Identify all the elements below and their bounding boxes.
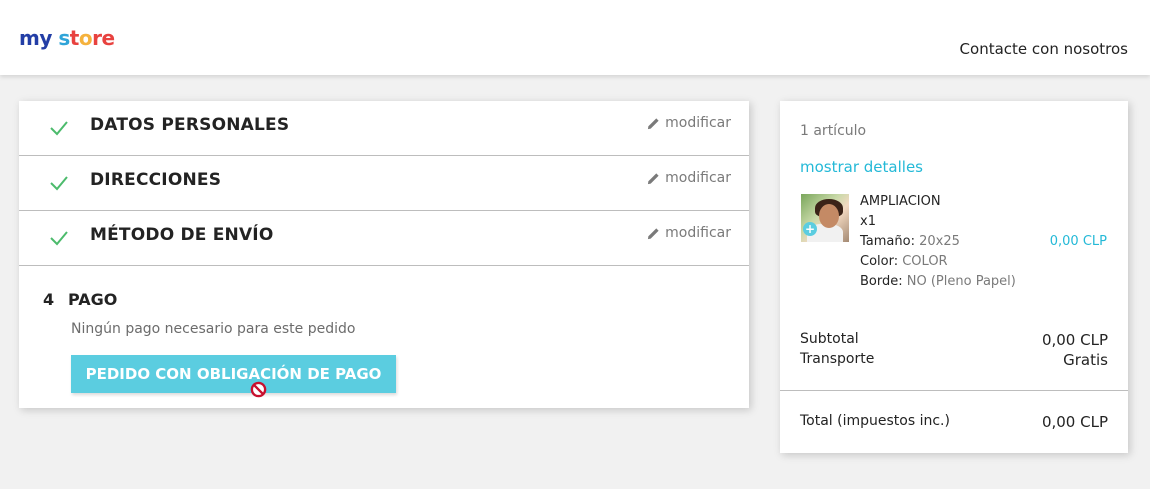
step-title: DATOS PERSONALES bbox=[90, 115, 290, 135]
checkmark-icon bbox=[50, 231, 68, 246]
show-details-link[interactable]: mostrar detalles bbox=[800, 158, 923, 176]
attribute-value: COLOR bbox=[902, 254, 948, 269]
logo-part: re bbox=[92, 26, 115, 50]
step-addresses: DIRECCIONES modificar bbox=[19, 156, 749, 211]
attribute-label: Color: bbox=[860, 254, 899, 269]
contact-link[interactable]: Contacte con nosotros bbox=[960, 40, 1128, 58]
shipping-label: Transporte bbox=[800, 351, 875, 367]
checkmark-icon bbox=[50, 176, 68, 191]
logo-part: my bbox=[19, 26, 52, 50]
subtotal-row: Subtotal 0,00 CLP bbox=[800, 331, 1108, 349]
place-order-button[interactable]: PEDIDO CON OBLIGACIÓN DE PAGO bbox=[71, 355, 396, 393]
logo-part: t bbox=[69, 26, 80, 50]
subtotal-label: Subtotal bbox=[800, 331, 859, 347]
edit-label: modificar bbox=[665, 225, 731, 241]
total-label: Total (impuestos inc.) bbox=[800, 413, 950, 429]
edit-label: modificar bbox=[665, 170, 731, 186]
logo-part: o bbox=[78, 26, 93, 50]
attribute-value: 20x25 bbox=[919, 234, 960, 249]
attribute-label: Borde: bbox=[860, 274, 903, 289]
product-attribute: Tamaño: 20x25 bbox=[860, 234, 960, 249]
product-attribute: Color: COLOR bbox=[860, 254, 948, 269]
checkout-steps: DATOS PERSONALES modificar DIRECCIONES m… bbox=[19, 101, 749, 408]
store-logo[interactable]: my store bbox=[19, 25, 115, 51]
product-price: 0,00 CLP bbox=[1049, 234, 1107, 249]
pencil-icon bbox=[648, 117, 659, 129]
cart-summary: 1 artículo mostrar detalles + AMPLIACION… bbox=[780, 101, 1128, 453]
not-allowed-cursor-icon bbox=[250, 381, 267, 398]
step-title: DIRECCIONES bbox=[90, 170, 222, 190]
site-header: my store Contacte con nosotros bbox=[0, 0, 1150, 75]
thumbnail-figure bbox=[819, 204, 839, 228]
step-title-payment: PAGO bbox=[68, 290, 118, 309]
product-name: AMPLIACION bbox=[860, 194, 941, 209]
pencil-icon bbox=[648, 172, 659, 184]
product-quantity: x1 bbox=[860, 214, 876, 229]
edit-link[interactable]: modificar bbox=[647, 170, 731, 186]
step-personal-info: DATOS PERSONALES modificar bbox=[19, 101, 749, 156]
total-row: Total (impuestos inc.) 0,00 CLP bbox=[800, 413, 1108, 431]
item-count: 1 artículo bbox=[800, 123, 867, 139]
shipping-row: Transporte Gratis bbox=[800, 351, 1108, 369]
product-thumbnail[interactable]: + bbox=[801, 194, 849, 242]
edit-link[interactable]: modificar bbox=[647, 115, 731, 131]
divider bbox=[780, 390, 1128, 391]
attribute-value: NO (Pleno Papel) bbox=[906, 274, 1016, 289]
total-value: 0,00 CLP bbox=[1041, 413, 1108, 431]
pencil-icon bbox=[648, 227, 659, 239]
step-title: MÉTODO DE ENVÍO bbox=[90, 225, 274, 245]
step-number: 4 bbox=[43, 290, 55, 309]
zoom-plus-icon[interactable]: + bbox=[803, 222, 817, 236]
edit-label: modificar bbox=[665, 115, 731, 131]
edit-link[interactable]: modificar bbox=[647, 225, 731, 241]
payment-note: Ningún pago necesario para este pedido bbox=[71, 321, 356, 337]
subtotal-value: 0,00 CLP bbox=[1041, 331, 1108, 349]
shipping-value: Gratis bbox=[1063, 351, 1108, 369]
attribute-label: Tamaño: bbox=[860, 234, 915, 249]
step-shipping-method: MÉTODO DE ENVÍO modificar bbox=[19, 211, 749, 266]
logo-part: s bbox=[51, 26, 70, 50]
product-attribute: Borde: NO (Pleno Papel) bbox=[860, 274, 1016, 289]
checkmark-icon bbox=[50, 121, 68, 136]
